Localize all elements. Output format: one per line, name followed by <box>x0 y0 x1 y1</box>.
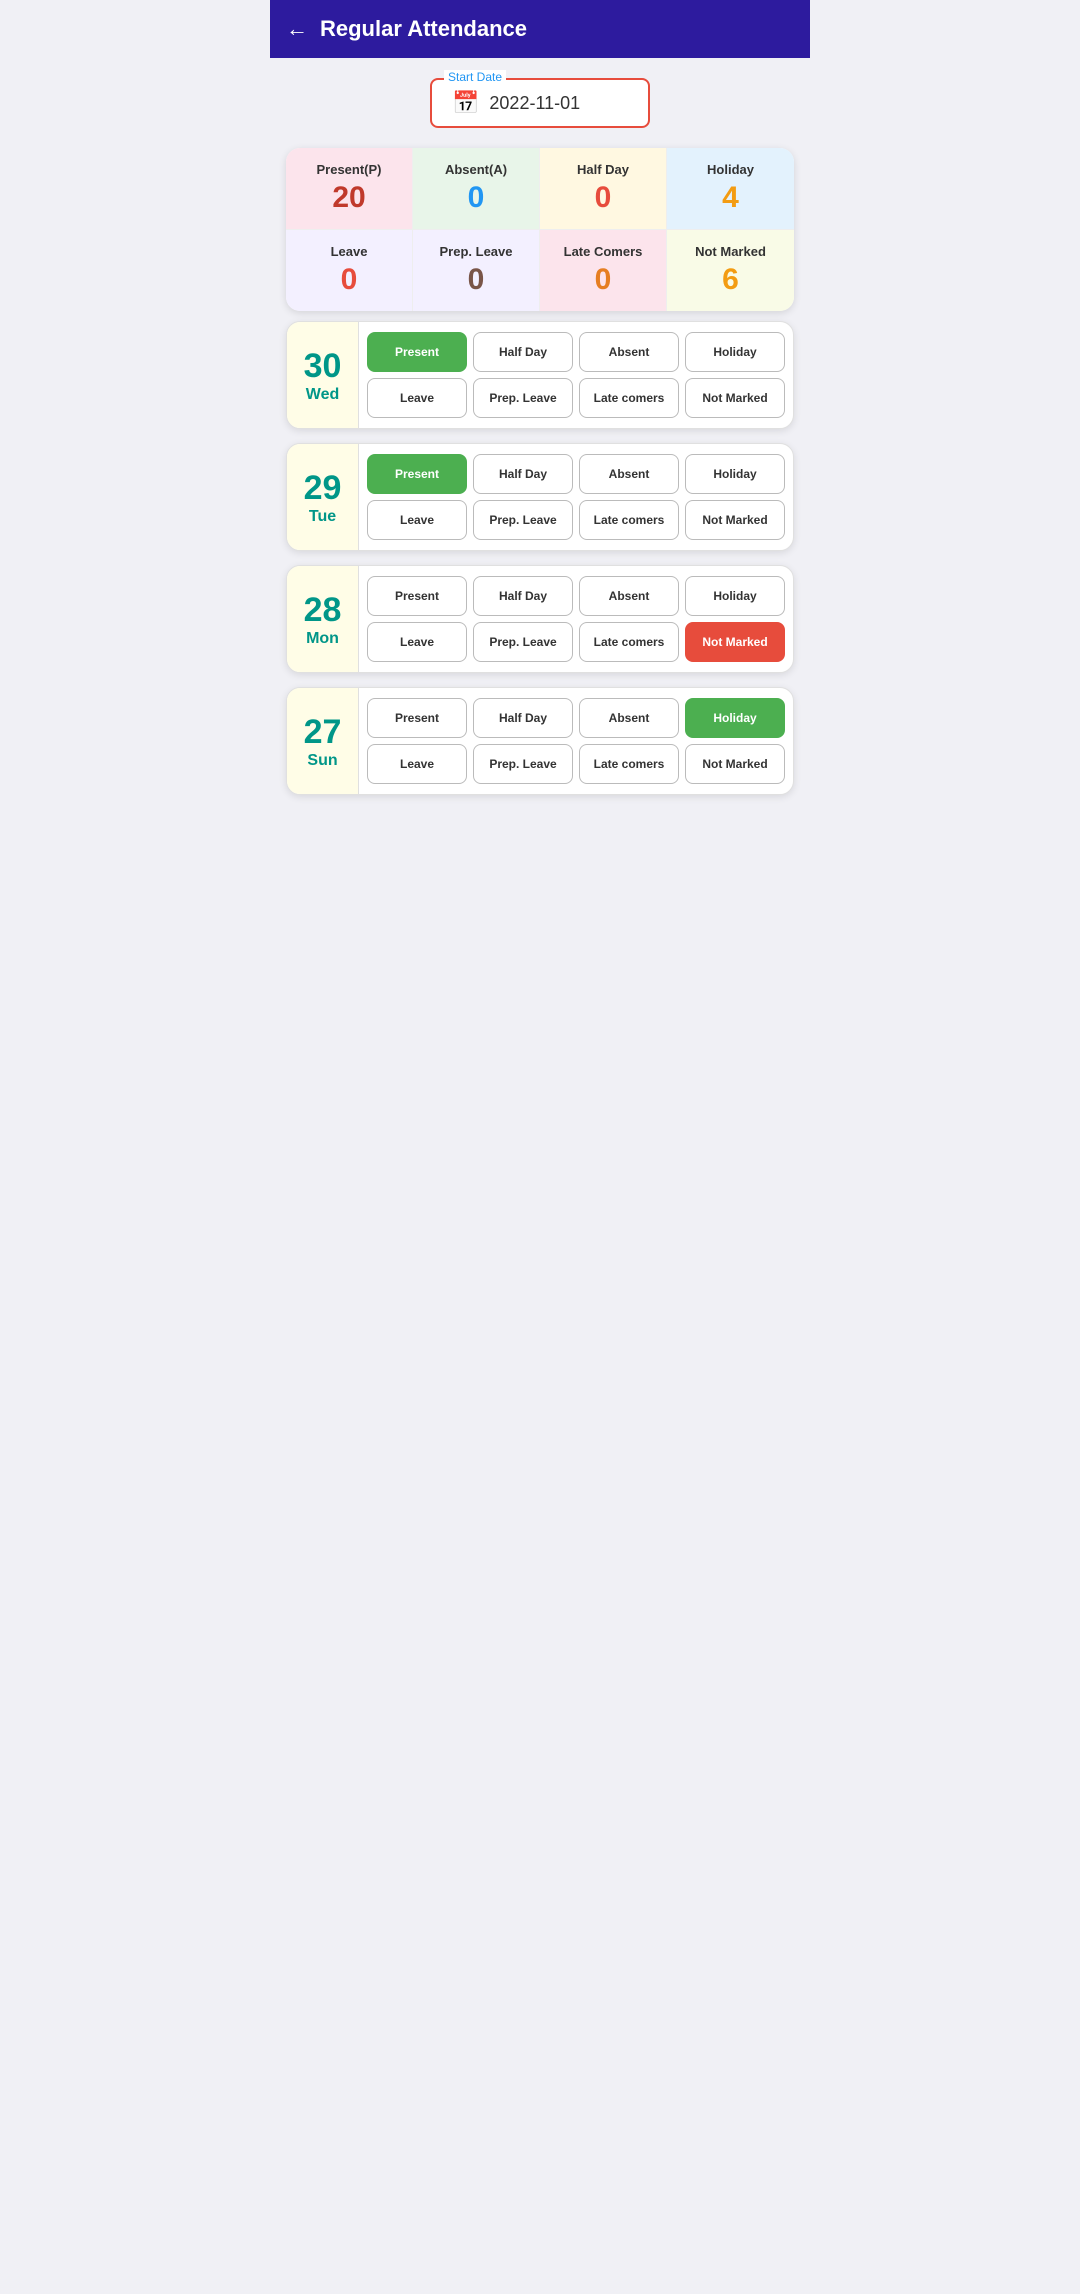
summary-value: 0 <box>548 263 658 297</box>
summary-cell: Present(P) 20 <box>286 148 413 230</box>
day-buttons: PresentHalf DayAbsentHoliday LeavePrep. L… <box>359 566 793 672</box>
day-buttons: PresentHalf DayAbsentHoliday LeavePrep. L… <box>359 322 793 428</box>
day-left: 27 Sun <box>287 688 359 794</box>
day-number: 28 <box>304 591 342 630</box>
attendance-button[interactable]: Half Day <box>473 576 573 616</box>
attendance-button[interactable]: Half Day <box>473 698 573 738</box>
page-title: Regular Attendance <box>320 16 527 42</box>
summary-cell: Leave 0 <box>286 230 413 311</box>
attendance-button[interactable]: Absent <box>579 698 679 738</box>
date-picker-label: Start Date <box>444 70 506 84</box>
day-name: Mon <box>306 630 339 648</box>
attendance-button[interactable]: Late comers <box>579 744 679 784</box>
attendance-button[interactable]: Not Marked <box>685 378 785 418</box>
attendance-button[interactable]: Prep. Leave <box>473 500 573 540</box>
day-cards-container: 30 Wed PresentHalf DayAbsentHolidayLeave… <box>270 321 810 811</box>
day-number: 27 <box>304 713 342 752</box>
day-number: 29 <box>304 469 342 508</box>
summary-label: Leave <box>294 244 404 259</box>
summary-label: Not Marked <box>675 244 786 259</box>
summary-label: Holiday <box>675 162 786 177</box>
day-left: 28 Mon <box>287 566 359 672</box>
day-left: 30 Wed <box>287 322 359 428</box>
summary-value: 4 <box>675 181 786 215</box>
attendance-button[interactable]: Present <box>367 698 467 738</box>
attendance-button[interactable]: Prep. Leave <box>473 622 573 662</box>
summary-value: 0 <box>294 263 404 297</box>
day-name: Tue <box>309 508 336 526</box>
day-card: 29 Tue PresentHalf DayAbsentHoliday Leave… <box>286 443 794 551</box>
attendance-button[interactable]: Holiday <box>685 698 785 738</box>
summary-value: 0 <box>548 181 658 215</box>
summary-cell: Not Marked 6 <box>667 230 794 311</box>
day-buttons: PresentHalf DayAbsentHoliday LeavePrep. L… <box>359 444 793 550</box>
day-card: 27 Sun PresentHalf DayAbsentHoliday Leave… <box>286 687 794 795</box>
summary-value: 0 <box>421 263 531 297</box>
attendance-button[interactable]: Present <box>367 454 467 494</box>
summary-cell: Half Day 0 <box>540 148 667 230</box>
summary-cell: Prep. Leave 0 <box>413 230 540 311</box>
attendance-button[interactable]: Late comers <box>579 622 679 662</box>
day-left: 29 Tue <box>287 444 359 550</box>
attendance-button[interactable]: Half Day <box>473 332 573 372</box>
attendance-button[interactable]: Leave <box>367 744 467 784</box>
attendance-button[interactable]: Holiday <box>685 454 785 494</box>
summary-bottom-row: Leave 0 Prep. Leave 0 Late Comers 0 Not … <box>286 230 794 311</box>
summary-label: Absent(A) <box>421 162 531 177</box>
attendance-button[interactable]: Not Marked <box>685 744 785 784</box>
attendance-button[interactable]: Not Marked <box>685 500 785 540</box>
attendance-button[interactable]: Absent <box>579 454 679 494</box>
attendance-button[interactable]: Late comers <box>579 378 679 418</box>
attendance-button[interactable]: Absent <box>579 576 679 616</box>
summary-label: Present(P) <box>294 162 404 177</box>
summary-cell: Late Comers 0 <box>540 230 667 311</box>
header: ← Regular Attendance <box>270 0 810 58</box>
summary-value: 0 <box>421 181 531 215</box>
attendance-button[interactable]: Not Marked <box>685 622 785 662</box>
summary-card: Present(P) 20 Absent(A) 0 Half Day 0 Hol… <box>286 148 794 311</box>
attendance-button[interactable]: Present <box>367 332 467 372</box>
day-name: Wed <box>306 386 339 404</box>
summary-label: Prep. Leave <box>421 244 531 259</box>
attendance-button[interactable]: Late comers <box>579 500 679 540</box>
day-card: 30 Wed PresentHalf DayAbsentHoliday Leave… <box>286 321 794 429</box>
back-button[interactable]: ← <box>286 16 308 42</box>
day-card: 28 Mon PresentHalf DayAbsentHoliday Leave… <box>286 565 794 673</box>
date-picker-value: 2022-11-01 <box>489 93 580 114</box>
attendance-button[interactable]: Half Day <box>473 454 573 494</box>
date-picker-container: Start Date 📅 2022-11-01 <box>270 58 810 138</box>
summary-value: 6 <box>675 263 786 297</box>
attendance-button[interactable]: Prep. Leave <box>473 378 573 418</box>
summary-label: Late Comers <box>548 244 658 259</box>
summary-cell: Holiday 4 <box>667 148 794 230</box>
summary-cell: Absent(A) 0 <box>413 148 540 230</box>
date-picker[interactable]: Start Date 📅 2022-11-01 <box>430 78 650 128</box>
day-buttons: PresentHalf DayAbsentHoliday LeavePrep. L… <box>359 688 793 794</box>
summary-label: Half Day <box>548 162 658 177</box>
summary-top-row: Present(P) 20 Absent(A) 0 Half Day 0 Hol… <box>286 148 794 230</box>
attendance-button[interactable]: Leave <box>367 500 467 540</box>
attendance-button[interactable]: Absent <box>579 332 679 372</box>
attendance-button[interactable]: Holiday <box>685 576 785 616</box>
attendance-button[interactable]: Holiday <box>685 332 785 372</box>
day-name: Sun <box>307 752 337 770</box>
attendance-button[interactable]: Prep. Leave <box>473 744 573 784</box>
summary-value: 20 <box>294 181 404 215</box>
attendance-button[interactable]: Leave <box>367 622 467 662</box>
day-number: 30 <box>304 347 342 386</box>
attendance-button[interactable]: Leave <box>367 378 467 418</box>
calendar-icon: 📅 <box>452 90 479 116</box>
attendance-button[interactable]: Present <box>367 576 467 616</box>
